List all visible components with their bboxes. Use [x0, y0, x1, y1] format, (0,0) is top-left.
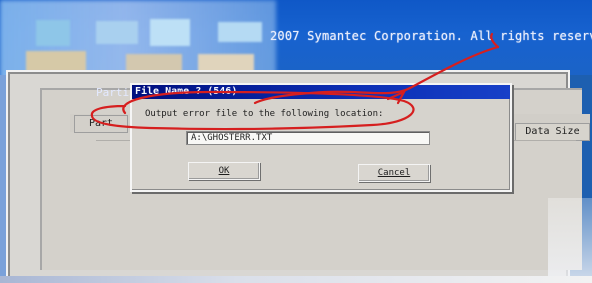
screen-glare [548, 198, 592, 283]
ok-button[interactable]: OK [188, 162, 260, 180]
column-header-data-size[interactable]: Data Size [515, 123, 590, 141]
file-name-dialog: File Name ? (546) Output error file to t… [130, 83, 512, 192]
cancel-button[interactable]: Cancel [358, 164, 430, 182]
filename-input[interactable] [186, 131, 430, 145]
ok-button-label: OK [218, 166, 230, 176]
blurred-chip [96, 21, 138, 44]
dialog-prompt: Output error file to the following locat… [145, 109, 384, 119]
dialog-title: File Name ? (546) [135, 86, 238, 97]
cancel-button-label: Cancel [377, 168, 411, 178]
blurred-chip [26, 51, 86, 72]
blurred-chip [150, 19, 190, 46]
screen-bottom-edge [0, 276, 592, 283]
blurred-chip [36, 20, 70, 46]
column-header-part[interactable]: Part [74, 115, 128, 133]
blurred-chip [218, 22, 262, 42]
copyright-text: 2007 Symantec Corporation. All rights re… [270, 29, 592, 43]
dialog-titlebar: File Name ? (546) [132, 85, 510, 99]
